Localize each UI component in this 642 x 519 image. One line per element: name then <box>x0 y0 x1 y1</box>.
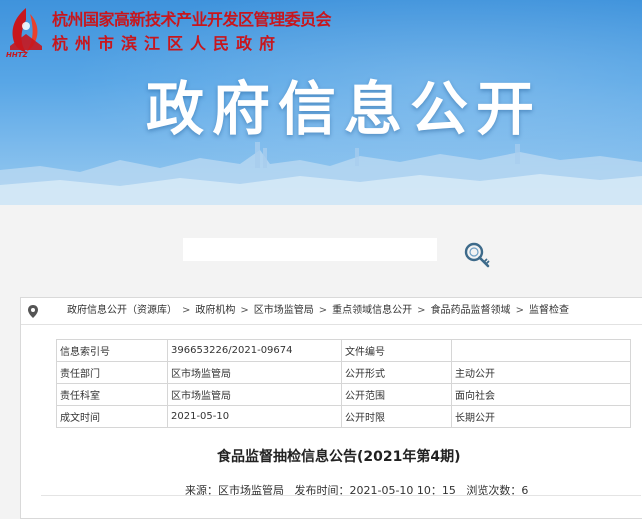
org-name: 杭州国家高新技术产业开发区管理委员会 杭州市滨江区人民政府 <box>52 8 332 56</box>
breadcrumb-item-market-bureau[interactable]: 区市场监管局 <box>254 305 314 316</box>
search-button[interactable] <box>462 240 492 270</box>
header-banner: HHTZ 杭州国家高新技术产业开发区管理委员会 杭州市滨江区人民政府 政府信息公… <box>0 0 642 205</box>
table-cell-value: 396653226/2021-09674 <box>167 339 342 362</box>
breadcrumb-separator: > <box>182 305 191 316</box>
table-cell-value <box>451 339 631 362</box>
breadcrumb-trail: 政府信息公开（资源库） > 政府机构 > 区市场监管局 > 重点领域信息公开 > 食品药品监督领… <box>67 298 569 324</box>
org-name-line1: 杭州国家高新技术产业开发区管理委员会 <box>52 10 332 29</box>
breadcrumb: 政府信息公开（资源库） > 政府机构 > 区市场监管局 > 重点领域信息公开 > 食品药品监督领… <box>21 298 642 325</box>
table-cell-value: 区市场监管局 <box>167 383 342 406</box>
logo-abbreviation: HHTZ <box>6 51 28 59</box>
article-title: 食品监督抽检信息公告(2021年第4期) <box>217 449 461 465</box>
org-name-line2: 杭州市滨江区人民政府 <box>52 34 283 53</box>
magnifier-key-icon <box>464 242 490 268</box>
table-cell-value: 长期公开 <box>451 405 631 428</box>
table-cell-label: 公开形式 <box>341 361 452 384</box>
table-cell-value: 面向社会 <box>451 383 631 406</box>
page-title: 政府信息公开 <box>146 75 543 143</box>
table-cell-label: 文件编号 <box>341 339 452 362</box>
breadcrumb-separator: > <box>515 305 524 316</box>
table-cell-label: 成文时间 <box>56 405 168 428</box>
metadata-table: 信息索引号 396653226/2021-09674 文件编号 责任部门 区市场… <box>56 339 631 428</box>
table-row: 责任科室 区市场监管局 公开范围 面向社会 <box>56 383 631 406</box>
table-cell-value: 主动公开 <box>451 361 631 384</box>
table-cell-label: 公开范围 <box>341 383 452 406</box>
breadcrumb-item-info-library[interactable]: 政府信息公开（资源库） <box>67 305 177 316</box>
table-cell-value: 2021-05-10 <box>167 405 342 428</box>
table-cell-label: 公开时限 <box>341 405 452 428</box>
table-row: 信息索引号 396653226/2021-09674 文件编号 <box>56 339 631 362</box>
breadcrumb-separator: > <box>318 305 328 316</box>
content-panel: 政府信息公开（资源库） > 政府机构 > 区市场监管局 > 重点领域信息公开 > 食品药品监督领… <box>20 297 642 519</box>
divider <box>41 495 641 496</box>
breadcrumb-item-key-areas[interactable]: 重点领域信息公开 <box>332 305 412 316</box>
breadcrumb-separator: > <box>240 305 249 316</box>
table-cell-label: 信息索引号 <box>56 339 168 362</box>
location-pin-icon <box>28 305 38 318</box>
table-cell-label: 责任科室 <box>56 383 168 406</box>
breadcrumb-item-gov-agencies[interactable]: 政府机构 <box>195 305 235 316</box>
table-cell-label: 责任部门 <box>56 361 168 384</box>
table-row: 责任部门 区市场监管局 公开形式 主动公开 <box>56 361 631 384</box>
breadcrumb-item-food-drug[interactable]: 食品药品监督领域 <box>431 305 511 316</box>
search-input[interactable] <box>183 238 437 261</box>
breadcrumb-separator: > <box>417 305 426 316</box>
breadcrumb-item-inspection[interactable]: 监督检查 <box>529 305 569 316</box>
table-cell-value: 区市场监管局 <box>167 361 342 384</box>
table-row: 成文时间 2021-05-10 公开时限 长期公开 <box>56 405 631 428</box>
